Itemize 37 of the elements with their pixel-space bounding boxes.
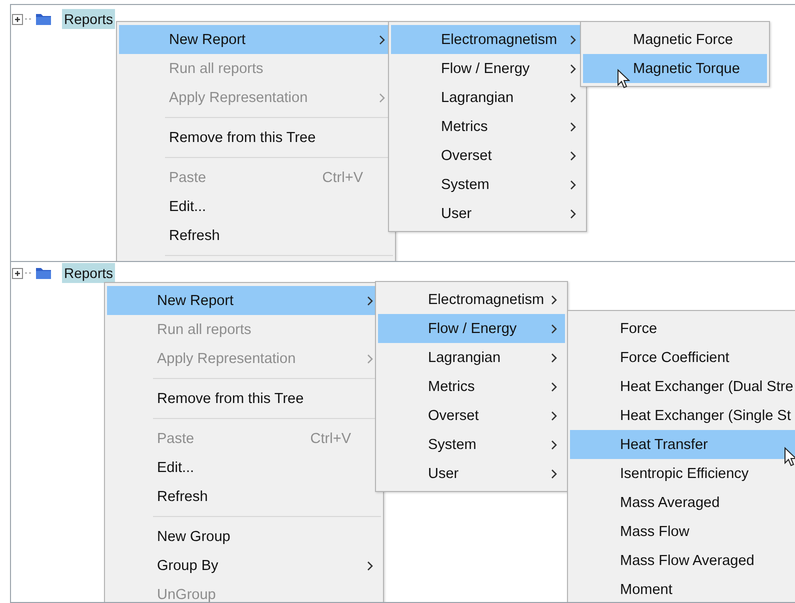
- menu-item[interactable]: Overset: [378, 401, 565, 430]
- menu-item[interactable]: Metrics: [391, 112, 584, 141]
- menu-item[interactable]: User: [391, 199, 584, 228]
- menu-item[interactable]: User: [378, 459, 565, 488]
- menu-item[interactable]: Lagrangian: [391, 83, 584, 112]
- menu-item[interactable]: Heat Exchanger (Single St: [570, 401, 795, 430]
- mouse-pointer-icon: [617, 69, 630, 89]
- tree-item-label[interactable]: Reports: [62, 263, 116, 283]
- menu-item[interactable]: Lagrangian: [378, 343, 565, 372]
- menu-item[interactable]: Mass Averaged: [570, 488, 795, 517]
- menu-item[interactable]: Overset: [391, 141, 584, 170]
- menu-item[interactable]: System: [391, 170, 584, 199]
- menu-item[interactable]: Refresh: [119, 221, 393, 250]
- menu-item[interactable]: Isentropic Efficiency: [570, 459, 795, 488]
- menu-item[interactable]: Flow / Energy: [378, 314, 565, 343]
- folder-icon: [35, 266, 52, 280]
- menu-item[interactable]: System: [378, 430, 565, 459]
- menu-item[interactable]: Heat Exchanger (Dual Stre: [570, 372, 795, 401]
- menu-item[interactable]: Force: [570, 314, 795, 343]
- expand-icon[interactable]: [12, 14, 23, 24]
- menu-item[interactable]: Refresh: [107, 482, 381, 511]
- menu-item[interactable]: Flow / Energy: [391, 54, 584, 83]
- menu-item[interactable]: Force Coefficient: [570, 343, 795, 372]
- menu-item[interactable]: Moment: [570, 575, 795, 602]
- folder-icon: [35, 12, 52, 26]
- mouse-pointer-icon: [784, 447, 795, 467]
- menu-item[interactable]: Mass Flow Averaged: [570, 546, 795, 575]
- menu-item[interactable]: Metrics: [378, 372, 565, 401]
- expand-icon[interactable]: [12, 268, 23, 278]
- menu-item[interactable]: Group By: [107, 551, 381, 580]
- menu-item[interactable]: Magnetic Force: [583, 25, 767, 54]
- menu-item[interactable]: Magnetic Torque: [583, 54, 767, 83]
- menu-item[interactable]: Electromagnetism: [378, 285, 565, 314]
- tree-item-label[interactable]: Reports: [62, 9, 116, 29]
- menu-item[interactable]: Heat Transfer: [570, 430, 795, 459]
- menu-item[interactable]: New Group: [107, 522, 381, 551]
- menu-item[interactable]: Mass Flow: [570, 517, 795, 546]
